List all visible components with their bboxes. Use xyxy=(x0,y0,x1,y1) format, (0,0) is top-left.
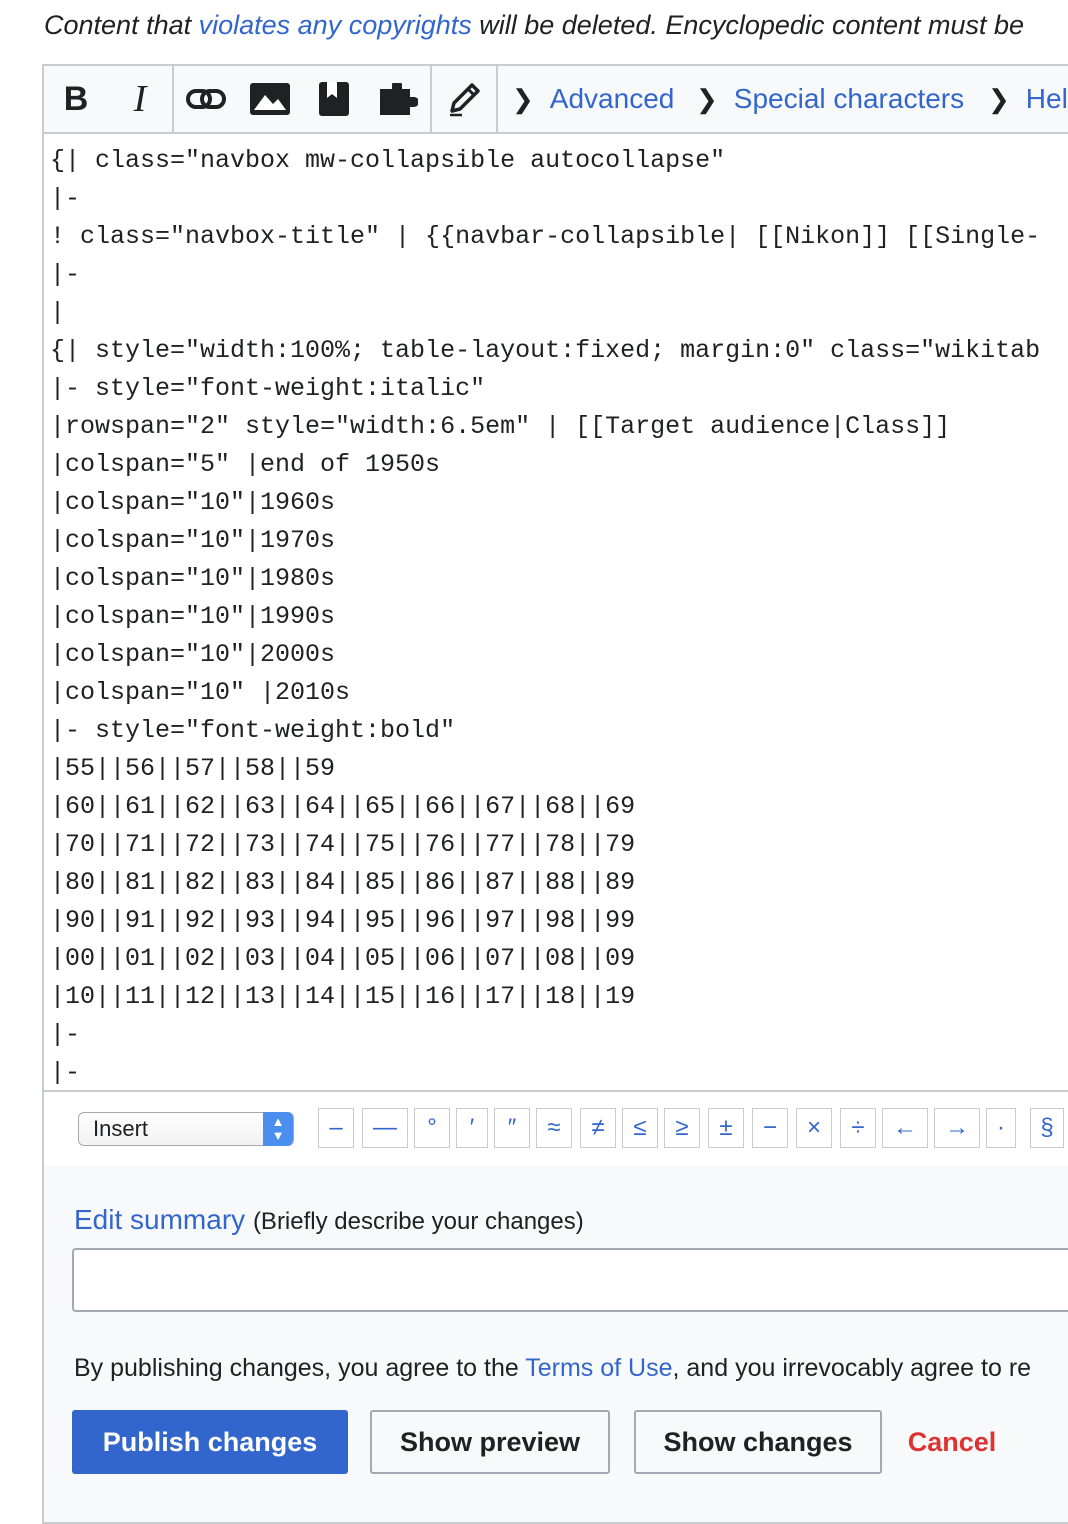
code-line: |- xyxy=(50,260,81,289)
code-line: |60||61||62||63||64||65||66||67||68||69 xyxy=(50,792,636,821)
tab-advanced[interactable]: ❯ Advanced xyxy=(512,66,674,132)
select-arrows-icon: ▲ ▼ xyxy=(263,1112,293,1146)
chevron-right-icon: ❯ xyxy=(988,83,1010,114)
copyright-notice: Content that violates any copyrights wil… xyxy=(44,10,1025,40)
special-char-button[interactable]: · xyxy=(986,1108,1016,1148)
template-button[interactable] xyxy=(366,66,430,132)
italic-button[interactable]: I xyxy=(108,66,172,132)
code-line: ! class="navbox-title" | {{navbar-collap… xyxy=(50,222,1041,251)
reference-button[interactable] xyxy=(302,66,366,132)
tab-help[interactable]: ❯Help xyxy=(988,66,1068,132)
edit-summary-link[interactable]: Edit summary xyxy=(74,1204,245,1235)
publish-changes-button[interactable]: Publish changes xyxy=(72,1410,348,1474)
edit-summary-input[interactable] xyxy=(72,1248,1068,1312)
copyright-link[interactable]: violates any copyrights xyxy=(199,10,472,40)
signature-button[interactable] xyxy=(432,66,496,132)
code-line: |colspan="10"|1970s xyxy=(50,526,336,555)
special-characters-bar: Insert ▲ ▼ – — ° ′ ″ ≈ ≠ ≤ ≥ ± − × ÷ ← → · § xyxy=(44,1090,1068,1170)
legal-notice: By publishing changes, you agree to the … xyxy=(74,1354,1032,1382)
wikitext-editor: B I ❯ Advanced ❯ Special characters ❯ He… xyxy=(42,64,1068,1524)
special-char-button[interactable]: – xyxy=(318,1108,354,1148)
code-line: |10||11||12||13||14||15||16||17||18||19 xyxy=(50,982,636,1011)
special-char-button[interactable]: ≈ xyxy=(536,1108,572,1148)
edit-summary-label: Edit summary (Briefly describe your chan… xyxy=(74,1204,584,1235)
code-line: |- style="font-weight:italic" xyxy=(50,374,486,403)
save-panel: Edit summary (Briefly describe your chan… xyxy=(44,1166,1068,1522)
special-char-button[interactable]: ← xyxy=(882,1108,928,1148)
show-changes-button[interactable]: Show changes xyxy=(634,1410,882,1474)
code-line: |- xyxy=(50,1020,81,1049)
toolbar-divider xyxy=(496,66,498,132)
chevron-right-icon: ❯ xyxy=(696,83,718,114)
code-line: | xyxy=(50,298,66,327)
code-line: |90||91||92||93||94||95||96||97||98||99 xyxy=(50,906,636,935)
special-char-button[interactable]: ÷ xyxy=(840,1108,876,1148)
code-line: |55||56||57||58||59 xyxy=(50,754,336,783)
special-char-button[interactable]: ± xyxy=(708,1108,744,1148)
code-line: |70||71||72||73||74||75||76||77||78||79 xyxy=(50,830,636,859)
code-line: {| class="navbox mw-collapsible autocoll… xyxy=(50,146,726,175)
wikitext-textarea[interactable]: {| class="navbox mw-collapsible autocoll… xyxy=(50,142,1068,1092)
pencil-icon xyxy=(450,83,480,117)
special-char-button[interactable]: ≤ xyxy=(622,1108,658,1148)
code-line: |80||81||82||83||84||85||86||87||88||89 xyxy=(50,868,636,897)
special-char-button[interactable]: § xyxy=(1030,1108,1064,1148)
insert-select[interactable]: Insert ▲ ▼ xyxy=(78,1112,294,1146)
code-line: |- style="font-weight:bold" xyxy=(50,716,456,745)
code-line: |colspan="10"|1990s xyxy=(50,602,336,631)
puzzle-icon xyxy=(380,83,418,115)
show-preview-button[interactable]: Show preview xyxy=(370,1410,610,1474)
link-icon xyxy=(186,89,226,109)
tab-special-characters[interactable]: ❯ Special characters xyxy=(696,66,964,132)
code-line: {| style="width:100%; table-layout:fixed… xyxy=(50,336,1041,365)
bookmark-icon xyxy=(319,82,349,116)
code-line: |rowspan="2" style="width:6.5em" | [[Tar… xyxy=(50,412,951,441)
link-button[interactable] xyxy=(174,66,238,132)
special-char-button[interactable]: ≠ xyxy=(580,1108,616,1148)
code-line: |colspan="5" |end of 1950s xyxy=(50,450,441,479)
code-line: |colspan="10" |2010s xyxy=(50,678,351,707)
special-char-button[interactable]: − xyxy=(752,1108,788,1148)
special-char-button[interactable]: ≥ xyxy=(664,1108,700,1148)
code-line: |colspan="10"|1980s xyxy=(50,564,336,593)
code-line: |colspan="10"|1960s xyxy=(50,488,336,517)
code-line: |- xyxy=(50,1058,81,1087)
special-char-button[interactable]: × xyxy=(796,1108,832,1148)
special-char-button[interactable]: → xyxy=(934,1108,980,1148)
special-char-button[interactable]: ° xyxy=(414,1108,450,1148)
image-icon xyxy=(250,83,290,115)
code-line: |- xyxy=(50,184,81,213)
code-line: |colspan="10"|2000s xyxy=(50,640,336,669)
editor-toolbar: B I ❯ Advanced ❯ Special characters ❯ He… xyxy=(44,66,1068,134)
cancel-button[interactable]: Cancel xyxy=(902,1410,1002,1474)
terms-of-use-link[interactable]: Terms of Use xyxy=(525,1354,672,1382)
special-char-button[interactable]: ″ xyxy=(494,1108,530,1148)
chevron-right-icon: ❯ xyxy=(512,83,534,114)
special-char-button[interactable]: ′ xyxy=(456,1108,488,1148)
code-line: |00||01||02||03||04||05||06||07||08||09 xyxy=(50,944,636,973)
special-char-button[interactable]: — xyxy=(362,1108,408,1148)
image-button[interactable] xyxy=(238,66,302,132)
bold-button[interactable]: B xyxy=(44,66,108,132)
